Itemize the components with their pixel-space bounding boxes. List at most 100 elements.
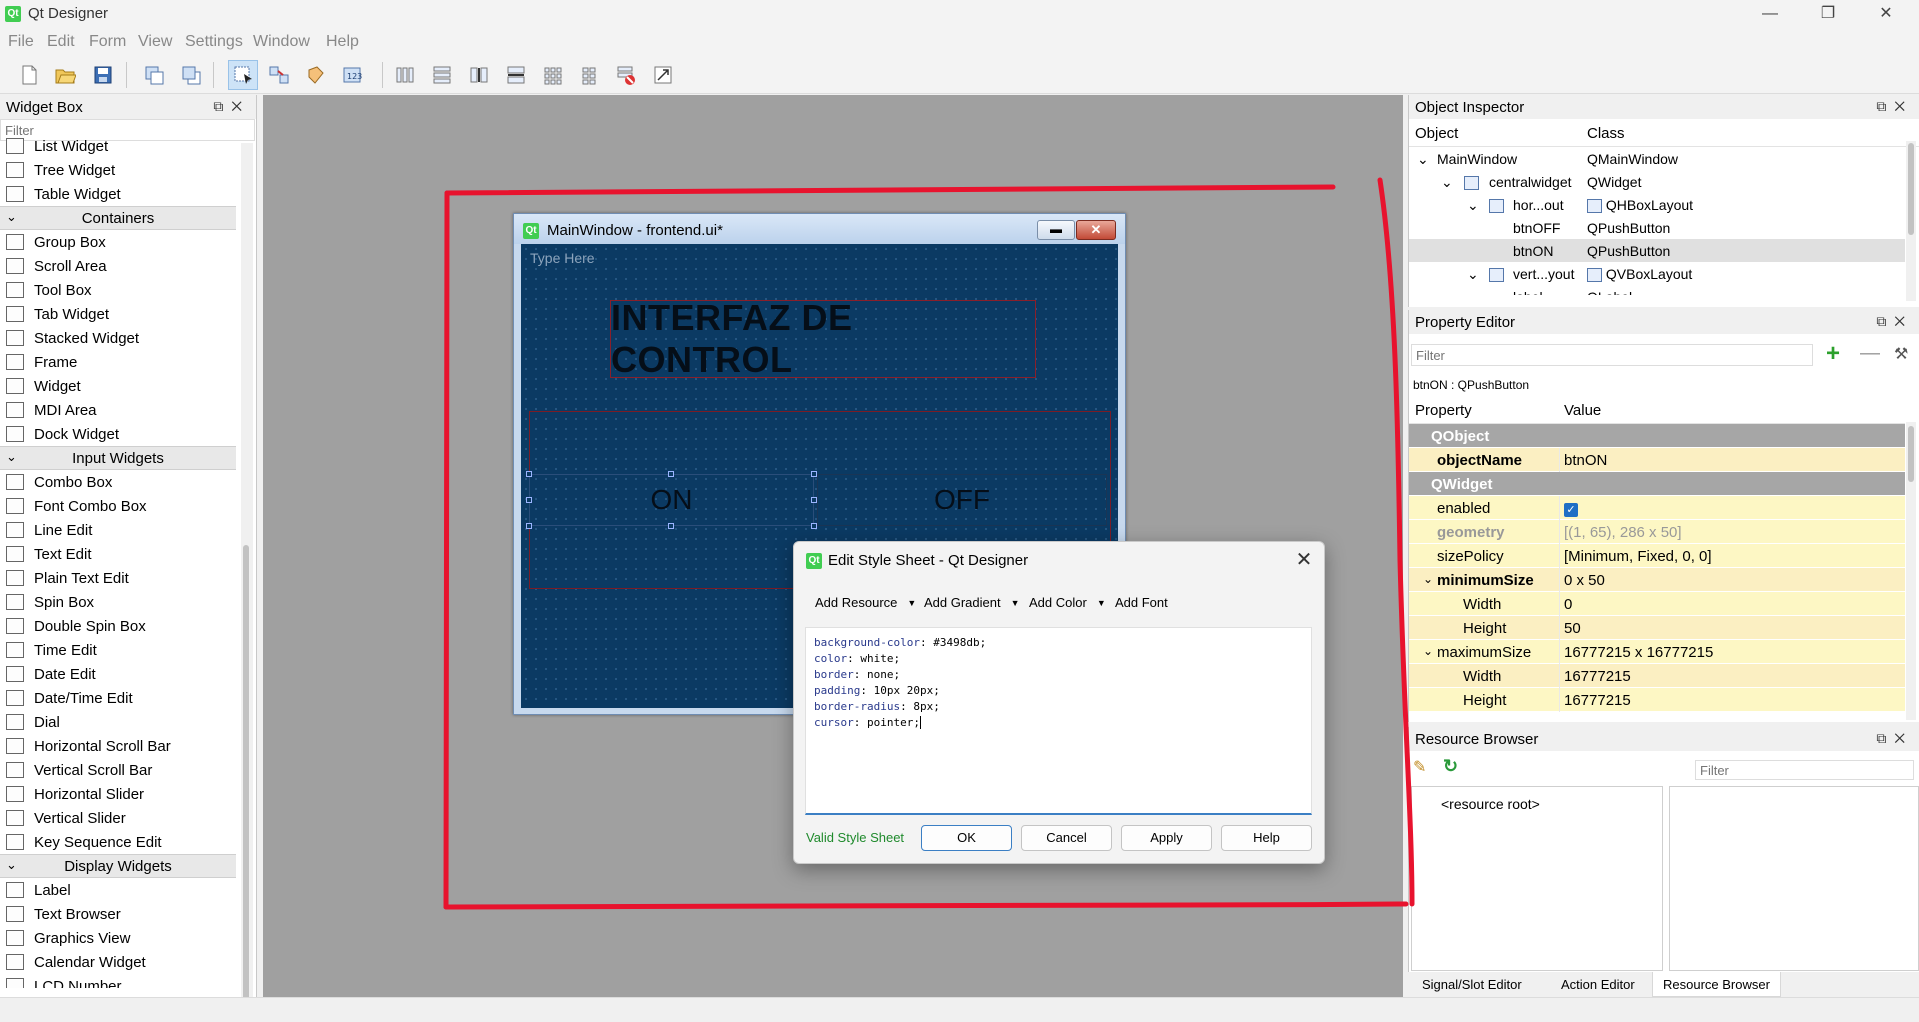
resource-filter-input[interactable]	[1695, 760, 1914, 780]
tab-resource-browser[interactable]: Resource Browser	[1652, 972, 1781, 997]
btn-off[interactable]: OFF	[817, 474, 1107, 526]
menu-settings[interactable]: Settings	[185, 33, 243, 51]
apply-button[interactable]: Apply	[1121, 825, 1212, 851]
group-qobject[interactable]: QObject	[1409, 424, 1905, 448]
remove-dynamic-property-icon[interactable]: —	[1860, 342, 1880, 365]
close-icon[interactable]: ✕	[231, 98, 250, 114]
layout-form-icon[interactable]	[574, 60, 604, 90]
menu-edit[interactable]: Edit	[47, 33, 75, 51]
layout-vertically-icon[interactable]	[427, 60, 457, 90]
cancel-button[interactable]: Cancel	[1021, 825, 1112, 851]
widget-list-item[interactable]: LCD Number	[0, 974, 236, 988]
add-resource-menu[interactable]: Add Resource ▼	[815, 595, 916, 610]
selection-handle[interactable]	[811, 523, 817, 529]
open-folder-icon[interactable]	[50, 60, 80, 90]
edit-signals-slots-icon[interactable]	[264, 60, 294, 90]
tree-row-centralwidget[interactable]: ⌄ centralwidget QWidget	[1409, 170, 1905, 193]
tab-signal-slot-editor[interactable]: Signal/Slot Editor	[1412, 972, 1532, 997]
float-icon[interactable]: ⧉	[1876, 98, 1894, 114]
ok-button[interactable]: OK	[921, 825, 1012, 851]
resource-file-list[interactable]	[1669, 786, 1919, 971]
widget-category[interactable]: ⌄ Display Widgets	[0, 854, 236, 878]
widget-list-item[interactable]: Spin Box	[0, 590, 236, 614]
widget-list-item[interactable]: Calendar Widget	[0, 950, 236, 974]
menu-help[interactable]: Help	[326, 33, 359, 51]
close-icon[interactable]: ✕	[1863, 0, 1909, 28]
menu-window[interactable]: Window	[253, 33, 310, 51]
dialog-close-icon[interactable]: ✕	[1291, 548, 1317, 574]
help-button[interactable]: Help	[1221, 825, 1312, 851]
widget-list-item[interactable]: Date Edit	[0, 662, 236, 686]
add-color-menu[interactable]: Add Color ▼	[1029, 595, 1106, 610]
prop-minimumsize-width[interactable]: Width 0	[1409, 592, 1905, 616]
minimize-icon[interactable]: —	[1747, 0, 1793, 28]
widget-category[interactable]: ⌄ Containers	[0, 206, 236, 230]
close-icon[interactable]: ✕	[1894, 730, 1913, 746]
object-inspector-scrollbar[interactable]	[1906, 141, 1916, 301]
widget-list-item[interactable]: Graphics View	[0, 926, 236, 950]
selection-handle[interactable]	[526, 471, 532, 477]
new-file-icon[interactable]	[14, 60, 44, 90]
restore-icon[interactable]: ❐	[1805, 0, 1851, 28]
edit-tab-order-icon[interactable]: 123	[337, 60, 367, 90]
widget-list-item[interactable]: Stacked Widget	[0, 326, 236, 350]
float-icon[interactable]: ⧉	[1876, 313, 1894, 329]
float-icon[interactable]: ⧉	[1876, 730, 1894, 746]
layout-horizontal-splitter-icon[interactable]	[464, 60, 494, 90]
selection-handle[interactable]	[526, 523, 532, 529]
scrollbar-thumb[interactable]	[243, 545, 249, 1015]
widget-list-item[interactable]: Label	[0, 878, 236, 902]
col-property[interactable]: Property	[1415, 402, 1472, 419]
tree-row-mainwindow[interactable]: ⌄ MainWindow QMainWindow	[1409, 147, 1905, 170]
selection-handle[interactable]	[668, 523, 674, 529]
widget-list-item[interactable]: Tree Widget	[0, 158, 236, 182]
prop-maximumsize-height[interactable]: Height 16777215	[1409, 688, 1905, 712]
widget-list-item[interactable]: Dock Widget	[0, 422, 236, 446]
layout-grid-icon[interactable]	[538, 60, 568, 90]
widget-list-item[interactable]: Widget	[0, 374, 236, 398]
menu-view[interactable]: View	[138, 33, 172, 51]
widget-list-item[interactable]: Tool Box	[0, 278, 236, 302]
selection-handle[interactable]	[526, 497, 532, 503]
menu-form[interactable]: Form	[89, 33, 126, 51]
break-layout-icon[interactable]	[611, 60, 641, 90]
prop-enabled[interactable]: enabled ✓	[1409, 496, 1905, 520]
widget-list-item[interactable]: Frame	[0, 350, 236, 374]
widget-list-item[interactable]: Vertical Slider	[0, 806, 236, 830]
tree-row-hlayout[interactable]: ⌄ hor...out QHBoxLayout	[1409, 193, 1905, 216]
widget-list-item[interactable]: Font Combo Box	[0, 494, 236, 518]
widget-box-scrollbar[interactable]	[241, 143, 253, 1015]
prop-objectname[interactable]: objectName btnON	[1409, 448, 1905, 472]
prop-minimumsize[interactable]: ⌄ minimumSize 0 x 50	[1409, 568, 1905, 592]
col-value[interactable]: Value	[1564, 402, 1601, 419]
configure-icon[interactable]: ⚒	[1894, 344, 1908, 364]
selection-handle[interactable]	[668, 471, 674, 477]
selection-handle[interactable]	[811, 497, 817, 503]
resource-root-item[interactable]: <resource root>	[1441, 796, 1540, 812]
edit-resources-icon[interactable]: ✎	[1413, 757, 1426, 777]
menu-type-here[interactable]: Type Here	[530, 250, 595, 266]
heading-label[interactable]: INTERFAZ DE CONTROL	[610, 297, 1036, 380]
group-qwidget[interactable]: QWidget	[1409, 472, 1905, 496]
widget-list-item[interactable]: Key Sequence Edit	[0, 830, 236, 854]
prop-sizepolicy[interactable]: sizePolicy [Minimum, Fixed, 0, 0]	[1409, 544, 1905, 568]
layout-horizontally-icon[interactable]	[390, 60, 420, 90]
menu-file[interactable]: File	[8, 33, 34, 51]
edit-style-sheet-dialog[interactable]: Qt Edit Style Sheet - Qt Designer ✕ Add …	[793, 541, 1325, 864]
property-editor-scrollbar[interactable]	[1906, 422, 1916, 720]
prop-maximumsize-width[interactable]: Width 16777215	[1409, 664, 1905, 688]
tree-row-btnon[interactable]: btnON QPushButton	[1409, 239, 1905, 262]
widget-list-item[interactable]: Text Browser	[0, 902, 236, 926]
tab-action-editor[interactable]: Action Editor	[1551, 972, 1645, 997]
style-sheet-editor[interactable]: background-color: #3498db; color: white;…	[805, 627, 1312, 815]
enabled-checkbox[interactable]: ✓	[1564, 503, 1578, 517]
edit-widgets-icon[interactable]	[228, 60, 258, 90]
add-gradient-menu[interactable]: Add Gradient ▼	[924, 595, 1020, 610]
widget-list-item[interactable]: Vertical Scroll Bar	[0, 758, 236, 782]
widget-list-item[interactable]: Date/Time Edit	[0, 686, 236, 710]
add-dynamic-property-icon[interactable]: +	[1826, 342, 1840, 366]
reload-icon[interactable]: ↻	[1443, 756, 1458, 777]
widget-list-item[interactable]: Table Widget	[0, 182, 236, 206]
widget-list-item[interactable]: Horizontal Slider	[0, 782, 236, 806]
widget-list-item[interactable]: MDI Area	[0, 398, 236, 422]
